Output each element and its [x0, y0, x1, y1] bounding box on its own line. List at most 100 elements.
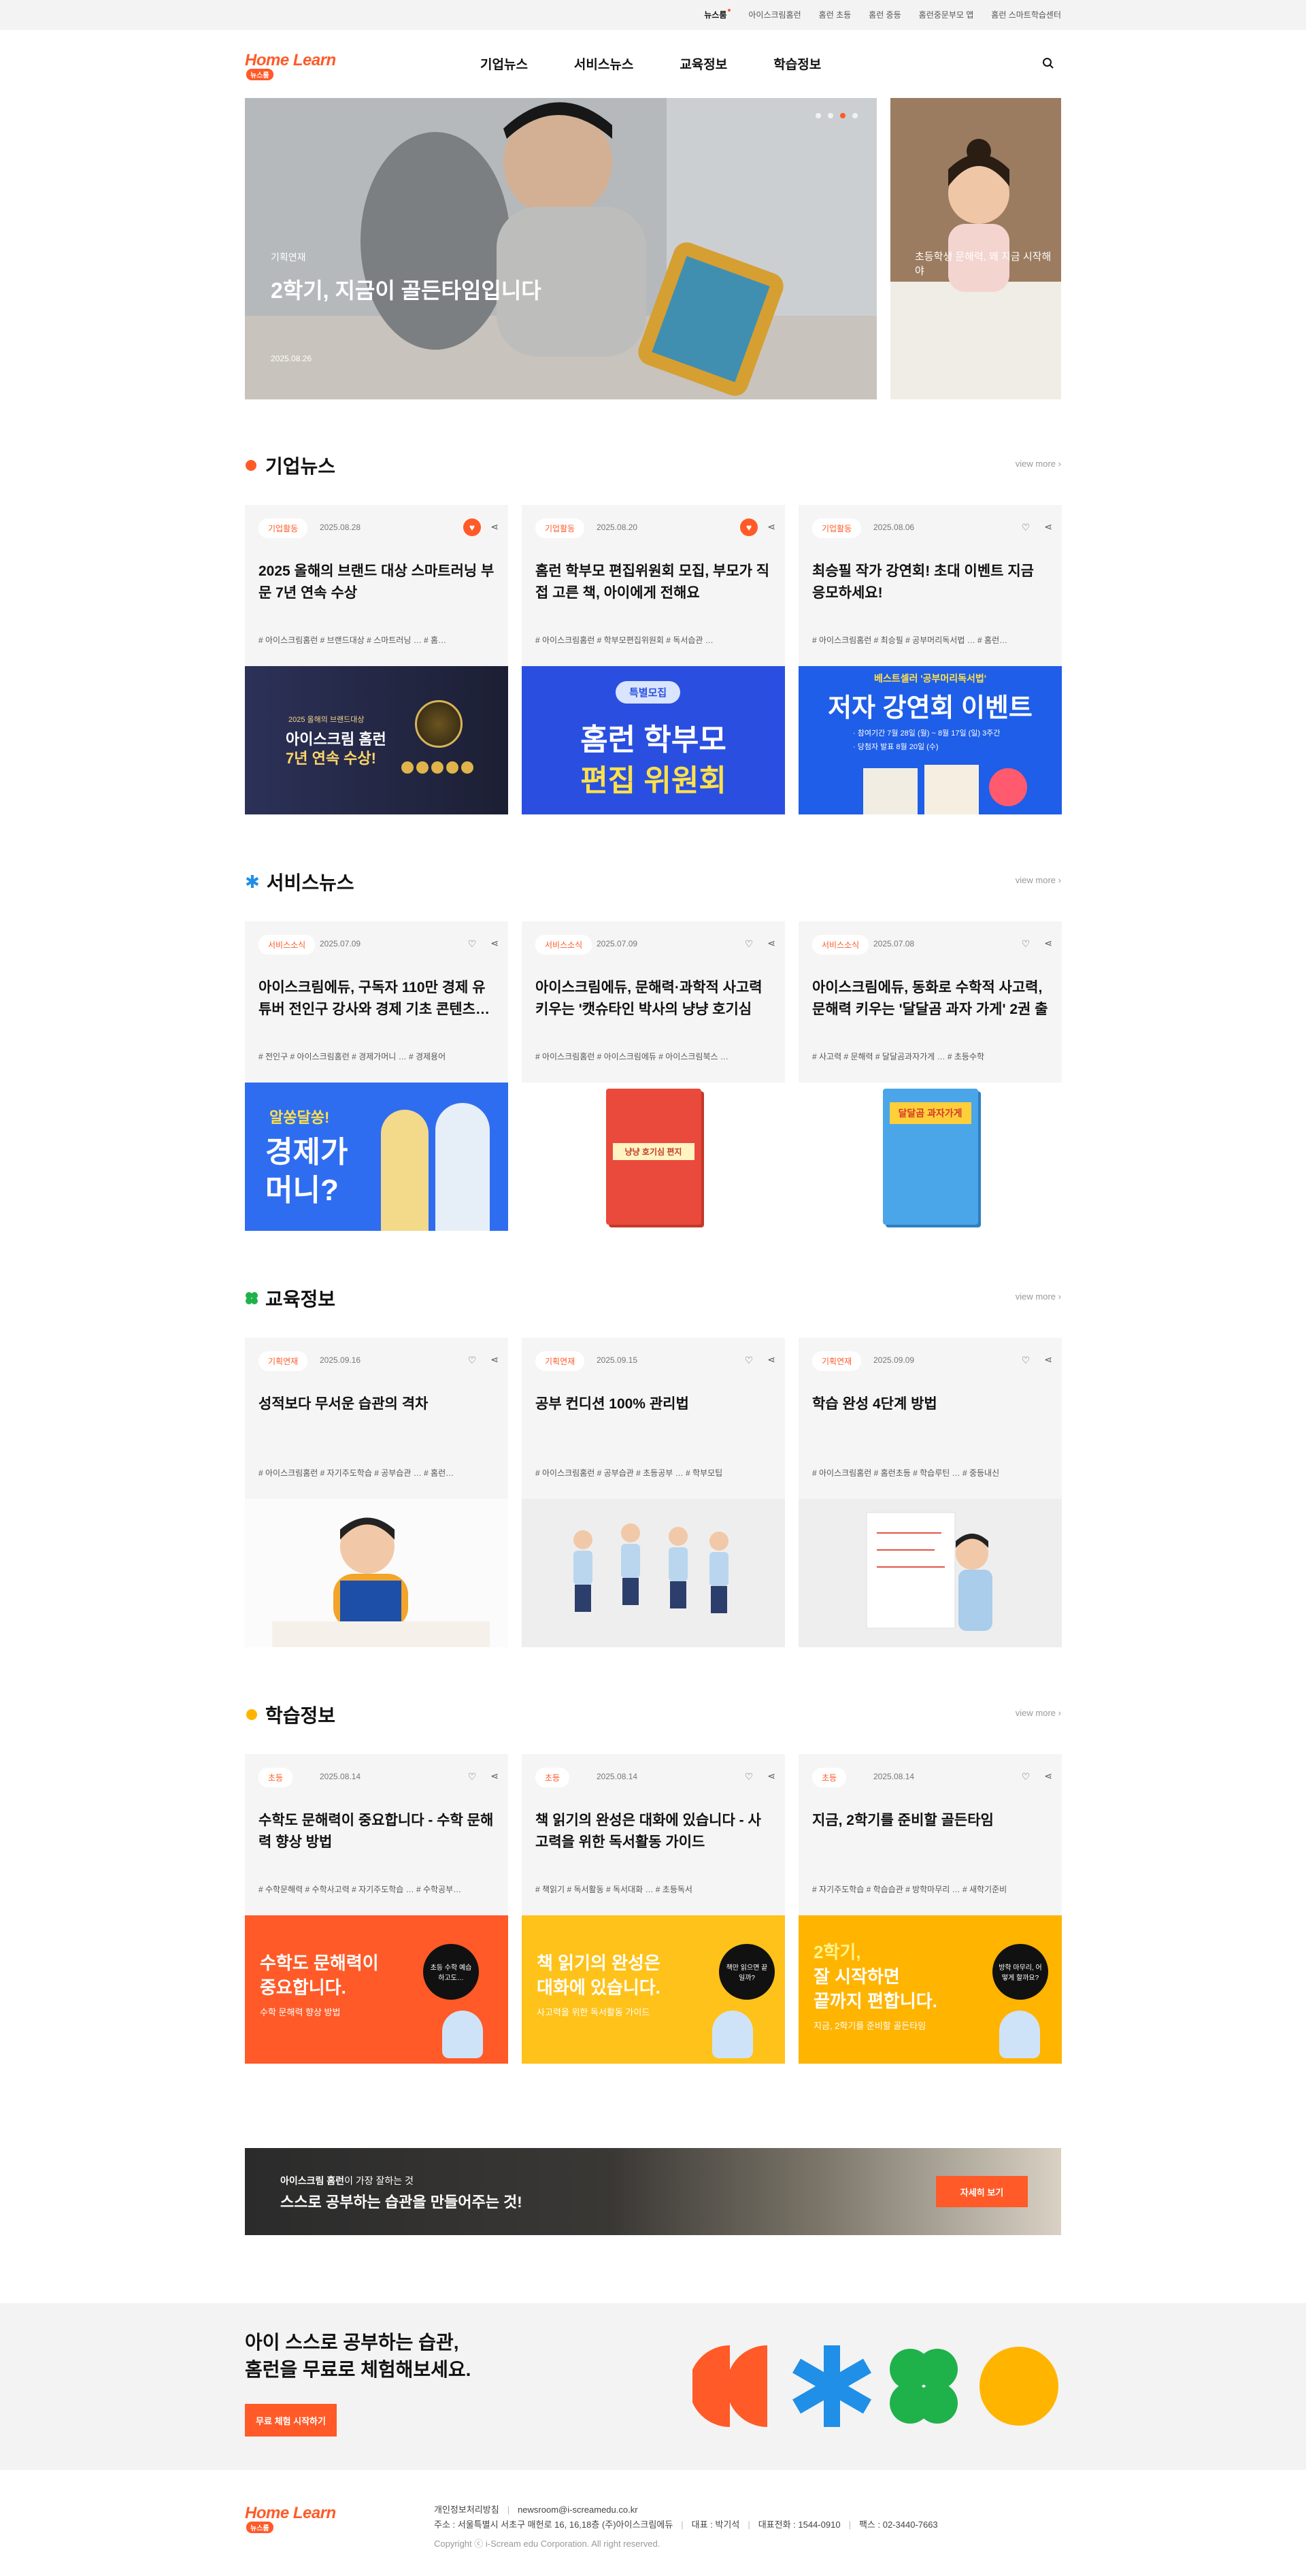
news-card[interactable]: 초등 2025.08.14 ♡ ⋖ 지금, 2학기를 준비할 골든타임 # 자기… [799, 1754, 1062, 2064]
view-more-link[interactable]: view more › [1016, 1708, 1061, 1718]
view-more-link[interactable]: view more › [1016, 875, 1061, 885]
sticker-icon [989, 768, 1027, 806]
news-card[interactable]: 기업활동 2025.08.28 ♥ ⋖ 2025 올해의 브랜드 대상 스마트러… [245, 505, 508, 814]
heart-icon[interactable]: ♡ [463, 1768, 481, 1785]
privacy-policy-link[interactable]: 개인정보처리방침 [434, 2505, 499, 2515]
section-title: 기업뉴스 [245, 452, 335, 479]
share-icon[interactable]: ⋖ [767, 1354, 775, 1366]
news-card[interactable]: 서비스소식 2025.07.09 ♡ ⋖ 아이스크림에듀, 구독자 110만 경… [245, 921, 508, 1231]
circle-shape-icon [980, 2347, 1058, 2426]
view-more-link[interactable]: view more › [1016, 459, 1061, 469]
card-date: 2025.07.08 [873, 939, 915, 948]
award-icon [415, 700, 463, 748]
news-card[interactable]: 초등 2025.08.14 ♡ ⋖ 책 읽기의 완성은 대화에 있습니다 - 사… [522, 1754, 785, 2064]
heart-icon[interactable]: ♡ [740, 935, 758, 953]
card-image: 알쏭달쏭! 경제가 머니? [245, 1083, 508, 1231]
card-list: 기획연재 2025.09.16 ♡ ⋖ 성적보다 무서운 습관의 격차 # 아이… [245, 1338, 1062, 1647]
share-icon[interactable]: ⋖ [1044, 938, 1052, 949]
top-utility-bar: 뉴스룸 아이스크림홈런 홈런 초등 홈런 중등 홈런중문부모 앱 홈런 스마트학… [0, 0, 1306, 30]
section-title: ✱ 서비스뉴스 [245, 868, 354, 895]
share-icon[interactable]: ⋖ [490, 938, 499, 949]
nav-corporate-news[interactable]: 기업뉴스 [480, 54, 528, 73]
carousel-dot[interactable] [852, 113, 858, 118]
card-tags: # 아이스크림홈런 # 아이스크림에듀 # 아이스크림북스 … [535, 1052, 729, 1061]
card-image: 수학도 문해력이 중요합니다. 수학 문해력 향상 방법 초등 수학 예습하고도… [245, 1915, 508, 2064]
heart-icon[interactable]: ♡ [740, 1351, 758, 1369]
heart-icon[interactable]: ♥ [463, 518, 481, 536]
utility-link-elementary[interactable]: 홈런 초등 [819, 9, 852, 20]
card-image-caption: 사고력을 위한 독서활동 가이드 [537, 2007, 650, 2017]
utility-link-middle[interactable]: 홈런 중등 [869, 9, 901, 20]
share-icon[interactable]: ⋖ [767, 938, 775, 949]
view-more-link[interactable]: view more › [1016, 1291, 1061, 1302]
news-card[interactable]: 기업활동 2025.08.20 ♥ ⋖ 홈런 학부모 편집위원회 모집, 부모가… [522, 505, 785, 814]
promo-banner[interactable]: 아이스크림 홈런이 가장 잘하는 것 스스로 공부하는 습관을 만들어주는 것!… [245, 2148, 1061, 2235]
category-badge: 기업활동 [812, 518, 862, 538]
heart-icon[interactable]: ♡ [1017, 518, 1035, 536]
carousel-dot-active[interactable] [840, 113, 845, 118]
utility-link-parent-app[interactable]: 홈런중문부모 앱 [919, 9, 974, 20]
person-image [435, 1103, 490, 1231]
card-title: 학습 완성 4단계 방법 [812, 1396, 937, 1412]
card-date: 2025.09.09 [873, 1355, 915, 1365]
news-card[interactable]: 서비스소식 2025.07.09 ♡ ⋖ 아이스크림에듀, 문해력·과학적 사고… [522, 921, 785, 1231]
card-image-detail: · 당첨자 발표 8월 20일 (수) [853, 743, 939, 751]
hero-next-slide[interactable]: 초등학생 문해력, 왜 지금 시작해야 [890, 98, 1061, 399]
card-tags: # 아이스크림홈런 # 학부모편집위원회 # 독서습관 … [535, 635, 714, 645]
card-list: 초등 2025.08.14 ♡ ⋖ 수학도 문해력이 중요합니다 - 수학 문해… [245, 1754, 1062, 2064]
share-icon[interactable]: ⋖ [1044, 1770, 1052, 1782]
news-card[interactable]: 서비스소식 2025.07.08 ♡ ⋖ 아이스크림에듀, 동화로 수학적 사고… [799, 921, 1062, 1231]
utility-link-newsroom[interactable]: 뉴스룸 [704, 9, 731, 20]
share-icon[interactable]: ⋖ [767, 1770, 775, 1782]
card-date: 2025.09.16 [320, 1355, 361, 1365]
heart-icon[interactable]: ♡ [1017, 1768, 1035, 1785]
utility-link-homelearn[interactable]: 아이스크림홈런 [748, 9, 801, 20]
half-circle-icon [246, 460, 256, 471]
photo-boy-image [272, 1517, 490, 1647]
heart-icon[interactable]: ♡ [1017, 935, 1035, 953]
hero-date: 2025.08.26 [271, 354, 312, 363]
heart-icon[interactable]: ♡ [463, 1351, 481, 1369]
hero-main-slide[interactable]: 기획연재 2학기, 지금이 골든타임입니다 2025.08.26 [245, 98, 877, 399]
share-icon[interactable]: ⋖ [767, 521, 775, 533]
nav-learning-info[interactable]: 학습정보 [773, 54, 821, 73]
free-trial-button[interactable]: 무료 체험 시작하기 [245, 2404, 337, 2437]
share-icon[interactable]: ⋖ [490, 521, 499, 533]
circle-icon [246, 1709, 257, 1720]
news-card[interactable]: 기획연재 2025.09.15 ♡ ⋖ 공부 컨디션 100% 관리법 # 아이… [522, 1338, 785, 1647]
card-image-caption: 지금, 2학기를 준비할 골든타임 [814, 2021, 926, 2031]
carousel-dot[interactable] [828, 113, 833, 118]
heart-icon[interactable]: ♥ [740, 518, 758, 536]
nav-education-info[interactable]: 교육정보 [680, 54, 727, 73]
card-title: 최승필 작가 강연회! 초대 이벤트 지금 응모하세요! [812, 563, 1034, 601]
card-image-headline: 책 읽기의 완성은 [537, 1953, 660, 1973]
section-title-text: 서비스뉴스 [266, 872, 354, 893]
site-logo[interactable]: Home Learn 뉴스룸 [245, 51, 354, 80]
card-title: 아이스크림에듀, 구독자 110만 경제 유튜버 전인구 강사와 경제 기초 콘… [258, 980, 490, 1017]
share-icon[interactable]: ⋖ [490, 1770, 499, 1782]
news-card[interactable]: 기업활동 2025.08.06 ♡ ⋖ 최승필 작가 강연회! 초대 이벤트 지… [799, 505, 1062, 814]
nav-service-news[interactable]: 서비스뉴스 [574, 54, 633, 73]
heart-icon[interactable]: ♡ [740, 1768, 758, 1785]
heart-icon[interactable]: ♡ [463, 935, 481, 953]
category-badge: 기획연재 [812, 1351, 862, 1371]
logo-wordmark: Home Learn [245, 2504, 336, 2522]
footer-logo[interactable]: Home Learn 뉴스룸 [245, 2504, 354, 2533]
news-card[interactable]: 기획연재 2025.09.16 ♡ ⋖ 성적보다 무서운 습관의 격차 # 아이… [245, 1338, 508, 1647]
card-image-headline: 잘 시작하면 [814, 1966, 900, 1987]
share-icon[interactable]: ⋖ [490, 1354, 499, 1366]
news-card[interactable]: 초등 2025.08.14 ♡ ⋖ 수학도 문해력이 중요합니다 - 수학 문해… [245, 1754, 508, 2064]
card-tags: # 아이스크림홈런 # 홈런초등 # 학습루틴 … # 중등내신 [812, 1468, 1000, 1478]
banner-detail-button[interactable]: 자세히 보기 [936, 2176, 1028, 2207]
banner-subtitle: 아이스크림 홈런이 가장 잘하는 것 [280, 2175, 414, 2186]
logo-tag: 뉴스룸 [246, 69, 273, 80]
search-icon[interactable] [1042, 57, 1054, 69]
share-icon[interactable]: ⋖ [1044, 1354, 1052, 1366]
heart-icon[interactable]: ♡ [1017, 1351, 1035, 1369]
category-badge: 기업활동 [535, 518, 585, 538]
share-icon[interactable]: ⋖ [1044, 521, 1052, 533]
book-image: 냥냥 호기심 편지 [605, 1089, 701, 1225]
news-card[interactable]: 기획연재 2025.09.09 ♡ ⋖ 학습 완성 4단계 방법 # 아이스크림… [799, 1338, 1062, 1647]
utility-link-learning-center[interactable]: 홈런 스마트학습센터 [991, 9, 1061, 20]
carousel-dot[interactable] [816, 113, 821, 118]
